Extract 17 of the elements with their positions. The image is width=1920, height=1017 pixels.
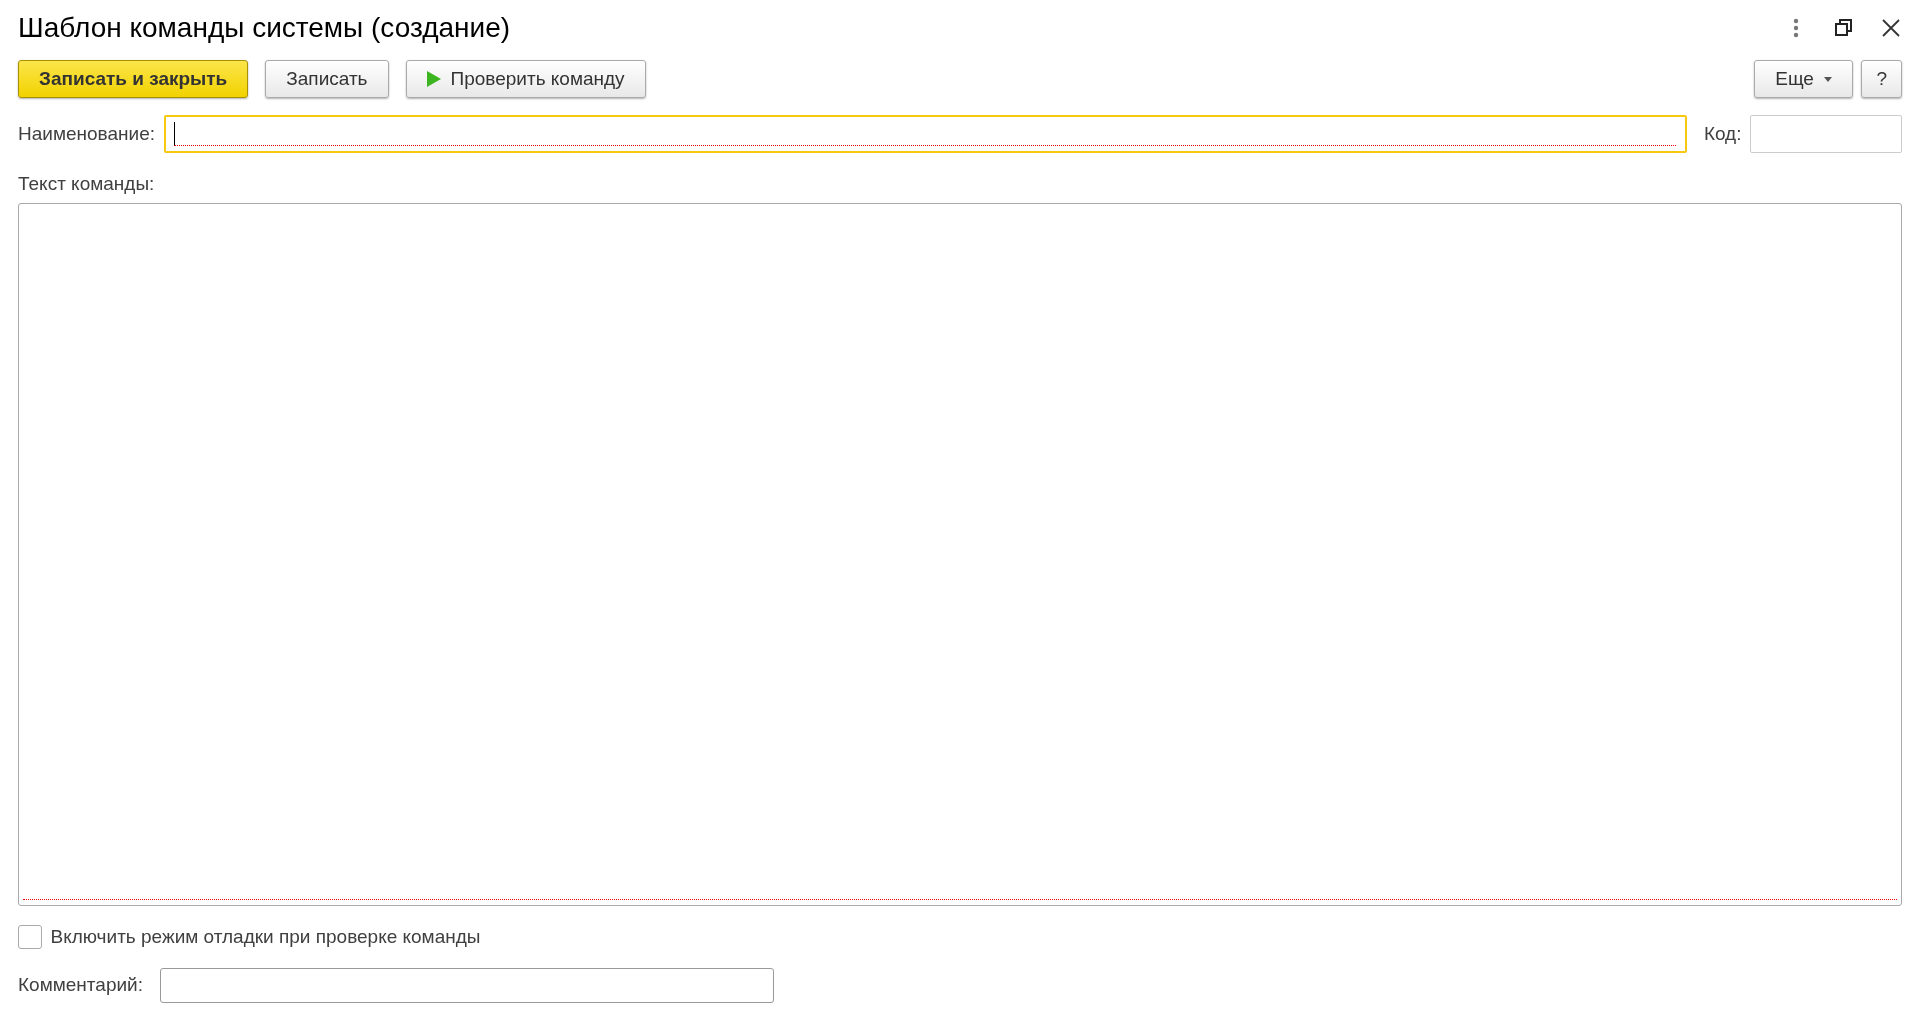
checkbox-label: Включить режим отладки при проверке команды [50, 924, 481, 949]
comment-input-field[interactable] [159, 968, 774, 1003]
toolbar-button[interactable]: Записать и закрыть [18, 60, 249, 99]
window-title: Шаблон команды системы (создание) [18, 11, 512, 45]
name-input-field[interactable] [163, 115, 1687, 154]
field-label: Текст команды: [18, 172, 156, 197]
toolbar-button[interactable]: Проверить команду [405, 60, 646, 99]
field-label: Комментарий: [18, 973, 143, 998]
code-input-field[interactable] [1750, 115, 1902, 154]
toolbar-button[interactable]: Записать [265, 60, 389, 99]
field-label: Код: [1703, 122, 1742, 147]
toolbar-button[interactable]: ? [1861, 60, 1902, 99]
play-icon [426, 71, 441, 88]
checkbox[interactable] [18, 924, 42, 949]
caret-icon [1823, 76, 1832, 82]
more-dropdown-button[interactable]: Еще [1754, 60, 1853, 99]
field-label: Наименование: [18, 122, 155, 147]
